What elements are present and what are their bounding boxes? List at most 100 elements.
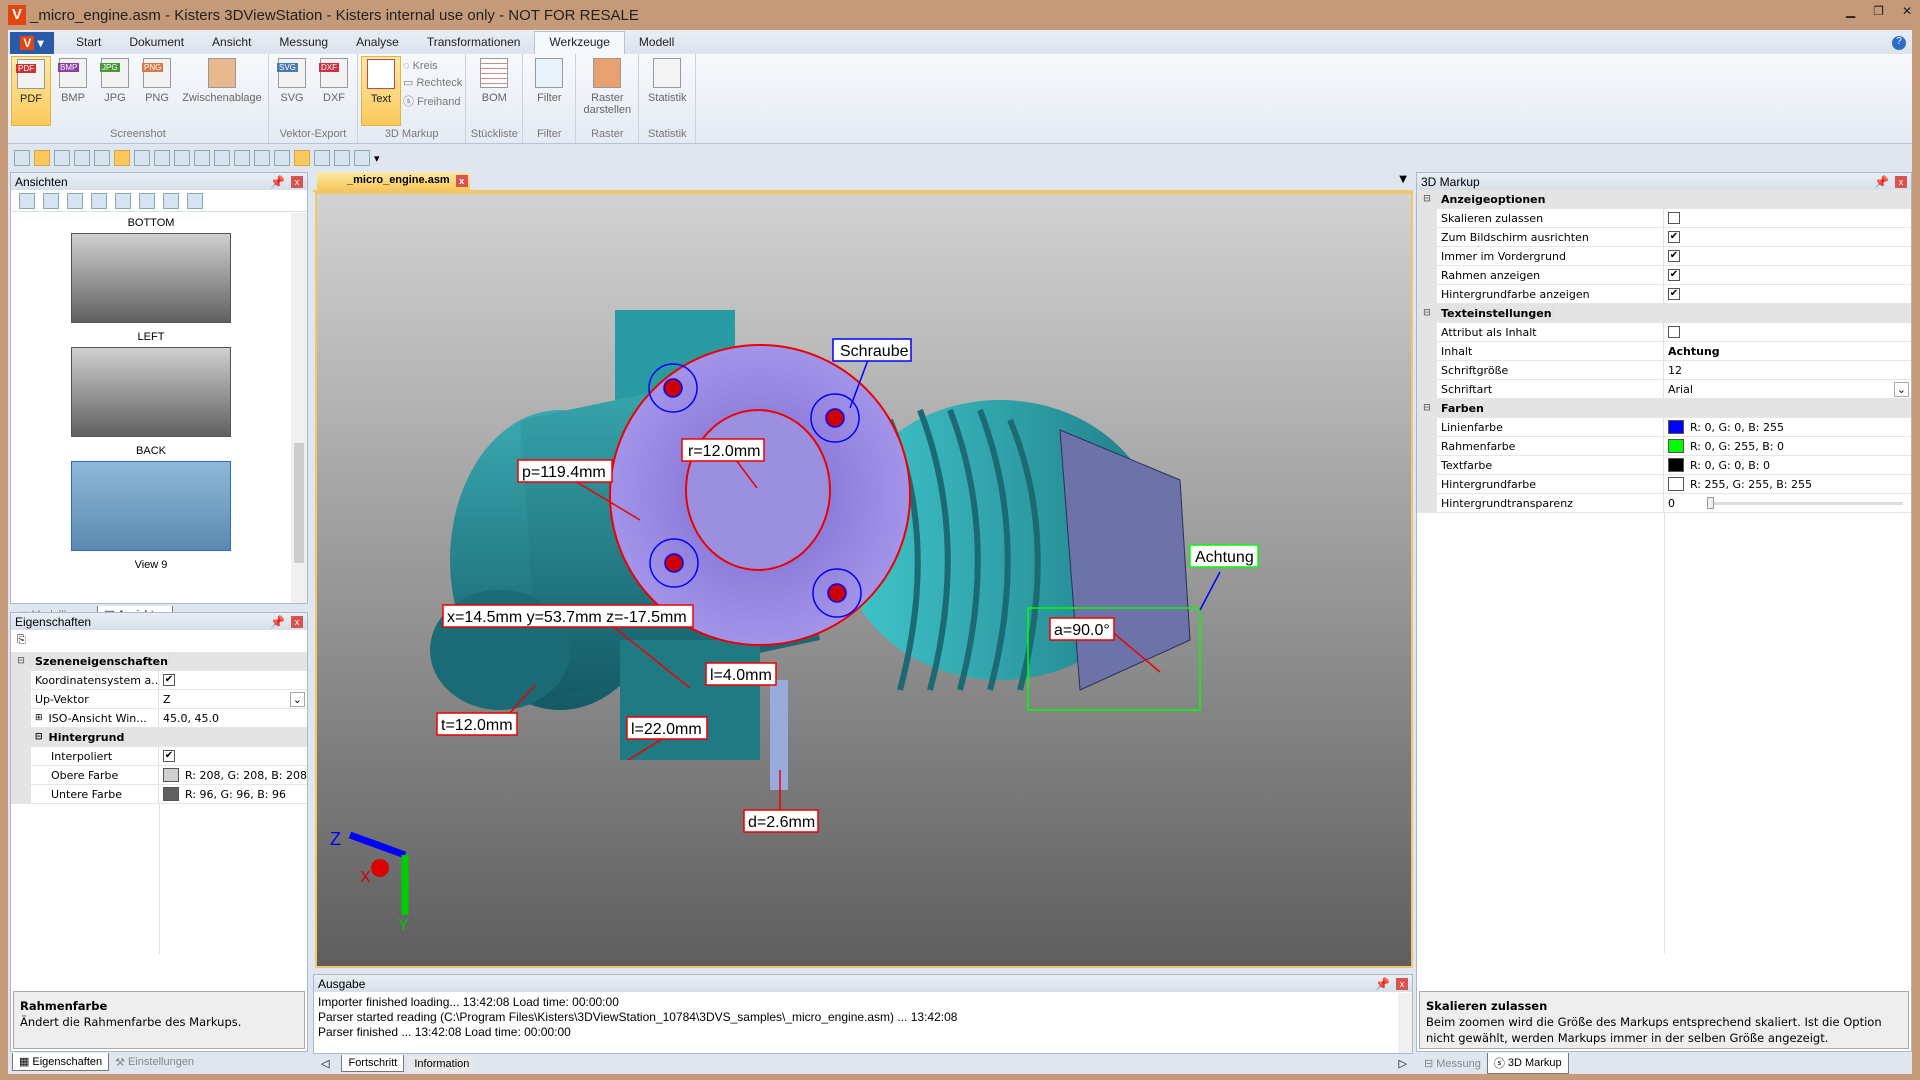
label-achtung[interactable]: Achtung (1189, 544, 1259, 568)
label-l22[interactable]: l=22.0mm (626, 716, 708, 740)
view-iso-icon[interactable] (234, 150, 250, 166)
content-value[interactable]: Achtung (1668, 345, 1720, 358)
close-tab-icon[interactable]: x (455, 175, 468, 187)
tab-ansicht[interactable]: Ansicht (198, 32, 265, 54)
png-button[interactable]: PNG PNG (137, 56, 177, 126)
update-view-icon[interactable] (43, 193, 59, 209)
prev-view-icon[interactable] (91, 193, 107, 209)
view-thumbnail-view9[interactable] (71, 461, 231, 551)
tab-start[interactable]: Start (62, 32, 115, 54)
text-markup-button[interactable]: Text (361, 56, 401, 126)
iso-angle-value[interactable]: 45.0, 45.0 (159, 709, 307, 727)
collapse-icon[interactable]: ⊟ (1417, 304, 1437, 322)
pan-icon[interactable] (54, 150, 70, 166)
color-swatch[interactable] (1668, 458, 1684, 472)
close-icon[interactable]: x (291, 175, 303, 188)
pin-icon[interactable]: 📌 (1874, 175, 1889, 189)
property-checkbox[interactable]: ✔ (1668, 231, 1680, 243)
collapse-icon[interactable]: ⊟ (1417, 190, 1437, 208)
property-checkbox[interactable]: ✔ (1668, 288, 1680, 300)
label-t[interactable]: t=12.0mm (436, 712, 518, 736)
coordinate-system-checkbox[interactable]: ✔ (163, 674, 175, 686)
tab-messung[interactable]: ⊟ Messung (1418, 1053, 1487, 1074)
tab-analyse[interactable]: Analyse (342, 32, 413, 54)
play-icon[interactable] (139, 193, 155, 209)
tab-einstellungen[interactable]: ⚒ Einstellungen (109, 1053, 200, 1071)
view-top-icon[interactable] (214, 150, 230, 166)
color-swatch[interactable] (1668, 477, 1684, 491)
more-icon[interactable]: ▾ (374, 152, 380, 165)
pin-icon[interactable]: 📌 (1375, 977, 1390, 991)
export-icon[interactable] (163, 193, 179, 209)
transparency-slider[interactable] (1707, 496, 1903, 509)
select-part-icon[interactable] (114, 150, 130, 166)
dxf-button[interactable]: DXF DXF (314, 56, 354, 126)
tab-dokument[interactable]: Dokument (115, 32, 198, 54)
untere-farbe-value[interactable]: R: 96, G: 96, B: 96 (159, 785, 307, 803)
font-select[interactable]: Arial (1668, 383, 1693, 396)
view-back-icon[interactable] (254, 150, 270, 166)
view-thumbnail-back[interactable] (71, 347, 231, 437)
zoom-box-icon[interactable] (74, 150, 90, 166)
property-checkbox[interactable]: ✔ (1668, 269, 1680, 281)
3d-viewport[interactable]: Schraube r=12.0mm p=119.4mm Achtung a=90… (315, 192, 1413, 968)
select-remove-icon[interactable] (154, 150, 170, 166)
view-label[interactable]: BACK (11, 437, 291, 461)
tab-werkzeuge[interactable]: Werkzeuge (534, 31, 625, 54)
interpoliert-checkbox[interactable]: ✔ (163, 750, 175, 762)
kreis-button[interactable]: ◌ Kreis (403, 60, 462, 72)
label-radius[interactable]: r=12.0mm (681, 438, 765, 462)
view-label[interactable]: LEFT (11, 323, 291, 347)
tab-eigenschaften[interactable]: ▦ Eigenschaften (12, 1053, 110, 1071)
property-checkbox[interactable]: ✔ (1668, 250, 1680, 262)
pdf-button[interactable]: PDF PDF (11, 56, 51, 126)
rechteck-button[interactable]: ▭ Rechteck (403, 76, 462, 89)
bmp-button[interactable]: BMP BMP (53, 56, 93, 126)
rectangle-icon[interactable] (334, 150, 350, 166)
minimize-button[interactable]: ▁ (1846, 4, 1855, 18)
tab-3d-markup[interactable]: ⓢ 3D Markup (1486, 1053, 1569, 1074)
close-icon[interactable]: x (1895, 175, 1907, 188)
pin-icon[interactable]: 📌 (270, 175, 285, 189)
add-view-icon[interactable] (19, 193, 35, 209)
views-scrollbar[interactable] (291, 213, 307, 603)
bom-button[interactable]: BOM (469, 56, 519, 126)
font-size-value[interactable]: 12 (1668, 364, 1682, 377)
label-d[interactable]: d=2.6mm (743, 809, 819, 833)
scroll-right-icon[interactable]: ▷ (1393, 1057, 1413, 1070)
text-markup-icon[interactable] (294, 150, 310, 166)
filter-button[interactable]: Filter (526, 56, 572, 126)
rotate-icon[interactable] (34, 150, 50, 166)
tab-messung[interactable]: Messung (265, 32, 342, 54)
tab-modell[interactable]: Modell (625, 32, 688, 54)
settings-icon[interactable] (187, 193, 203, 209)
view-front-icon[interactable] (174, 150, 190, 166)
view-thumbnail-left[interactable] (71, 233, 231, 323)
svg-button[interactable]: SVG SVG (272, 56, 312, 126)
scroll-left-icon[interactable]: ◁ (313, 1057, 337, 1070)
label-schraube[interactable]: Schraube (832, 338, 912, 362)
output-scrollbar[interactable] (1398, 993, 1412, 1053)
up-vector-select[interactable]: Z ⌄ (159, 690, 307, 708)
select-add-icon[interactable] (134, 150, 150, 166)
freihand-button[interactable]: ⓢ Freihand (403, 93, 462, 109)
obere-farbe-value[interactable]: R: 208, G: 208, B: 208 (159, 766, 307, 784)
app-menu-button[interactable]: V ▾ (10, 32, 54, 54)
chevron-down-icon[interactable]: ⌄ (289, 691, 305, 707)
stop-icon[interactable] (115, 193, 131, 209)
property-checkbox[interactable] (1668, 212, 1680, 224)
delete-view-icon[interactable] (67, 193, 83, 209)
view-label[interactable]: View 9 (11, 551, 291, 575)
label-l4[interactable]: l=4.0mm (705, 662, 777, 686)
close-icon[interactable]: x (1396, 977, 1408, 990)
color-swatch[interactable] (1668, 439, 1684, 453)
view-side-icon[interactable] (194, 150, 210, 166)
document-tab[interactable]: _micro_engine.asm x (317, 172, 470, 190)
freehand-icon[interactable] (354, 150, 370, 166)
label-angle[interactable]: a=90.0° (1049, 617, 1115, 641)
select-icon[interactable] (14, 150, 30, 166)
pin-icon[interactable]: 📌 (270, 615, 285, 629)
close-button[interactable]: ✕ (1902, 4, 1912, 18)
view-other-icon[interactable] (274, 150, 290, 166)
property-checkbox[interactable] (1668, 326, 1680, 338)
